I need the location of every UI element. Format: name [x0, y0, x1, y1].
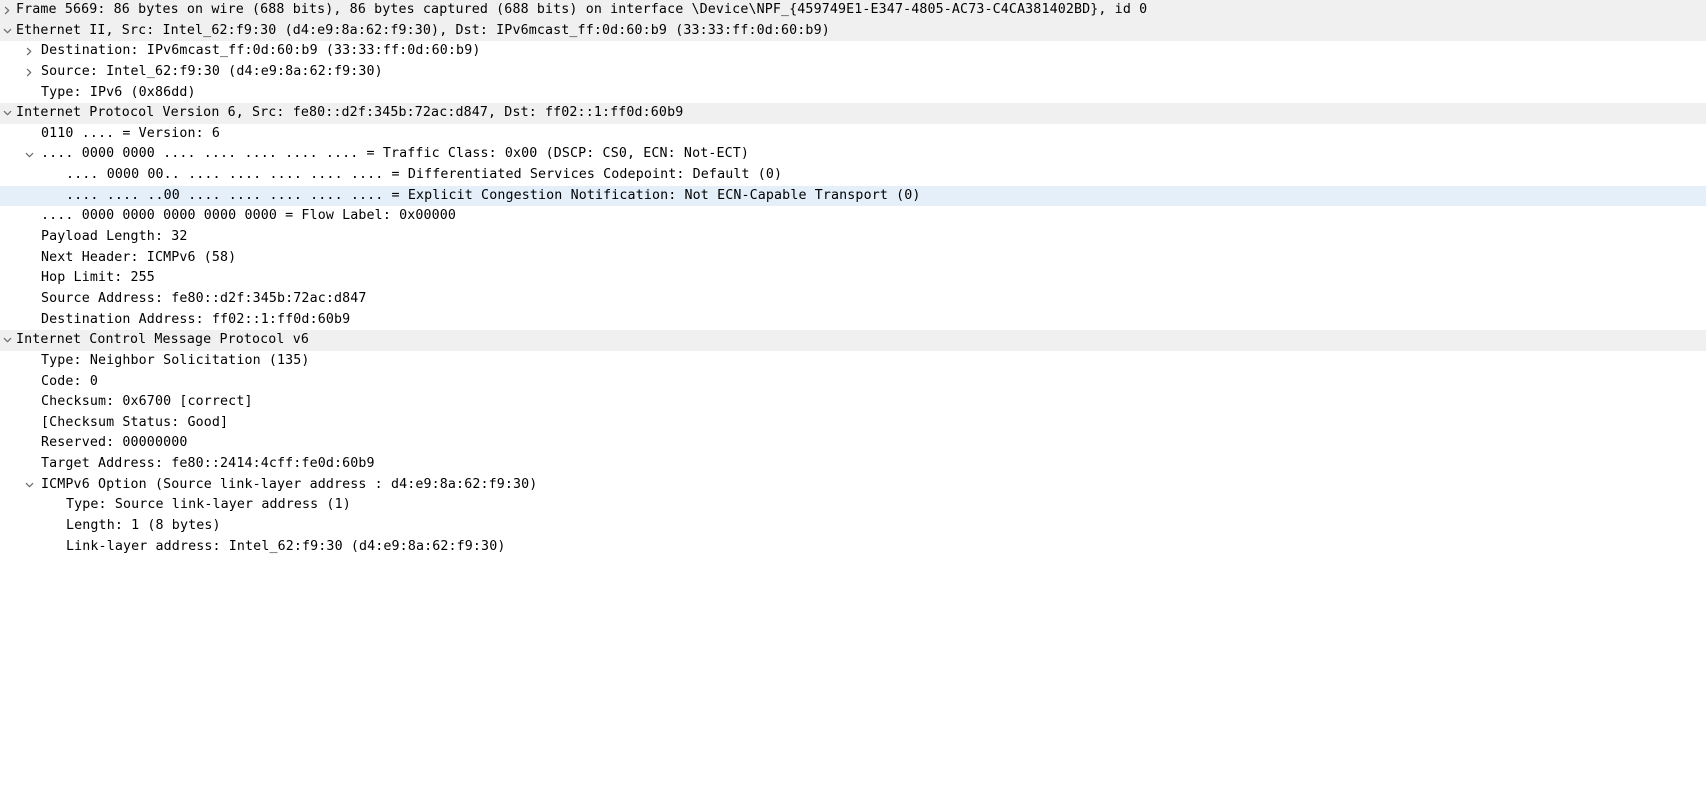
protocol-row[interactable]: Ethernet II, Src: Intel_62:f9:30 (d4:e9:…: [0, 20, 1706, 42]
tree-item-label: .... 0000 0000 0000 0000 0000 = Flow Lab…: [41, 208, 457, 224]
field-row[interactable]: Target Address: fe80::2414:4cff:fe0d:60b…: [0, 454, 1706, 475]
tree-item-label: Code: 0: [41, 373, 98, 389]
field-row[interactable]: Type: Source link-layer address (1): [0, 495, 1706, 516]
field-row[interactable]: Type: IPv6 (0x86dd): [0, 83, 1706, 104]
field-row[interactable]: Reserved: 00000000: [0, 433, 1706, 454]
protocol-row[interactable]: Internet Protocol Version 6, Src: fe80::…: [0, 103, 1706, 124]
chevron-right-icon[interactable]: [22, 62, 36, 83]
field-row[interactable]: ICMPv6 Option (Source link-layer address…: [0, 475, 1706, 496]
tree-item-label: Payload Length: 32: [41, 229, 188, 245]
protocol-row[interactable]: Frame 5669: 86 bytes on wire (688 bits),…: [0, 0, 1706, 21]
tree-item-label: Type: Neighbor Solicitation (135): [41, 352, 310, 368]
tree-item-label: Ethernet II, Src: Intel_62:f9:30 (d4:e9:…: [16, 22, 830, 38]
protocol-row[interactable]: Internet Control Message Protocol v6: [0, 330, 1706, 351]
field-row[interactable]: Checksum: 0x6700 [correct]: [0, 392, 1706, 413]
chevron-down-icon[interactable]: [0, 330, 14, 351]
field-row[interactable]: Hop Limit: 255: [0, 268, 1706, 289]
tree-item-label: Next Header: ICMPv6 (58): [41, 249, 237, 265]
field-row[interactable]: 0110 .... = Version: 6: [0, 124, 1706, 145]
tree-item-label: Type: Source link-layer address (1): [66, 497, 351, 513]
tree-item-label: Source: Intel_62:f9:30 (d4:e9:8a:62:f9:3…: [41, 63, 383, 79]
chevron-down-icon[interactable]: [22, 475, 36, 496]
tree-item-label: Type: IPv6 (0x86dd): [41, 84, 196, 100]
tree-item-label: Frame 5669: 86 bytes on wire (688 bits),…: [16, 2, 1148, 17]
tree-item-label: .... 0000 00.. .... .... .... .... .... …: [66, 167, 783, 183]
tree-item-label: Link-layer address: Intel_62:f9:30 (d4:e…: [66, 538, 506, 554]
tree-item-label: Target Address: fe80::2414:4cff:fe0d:60b…: [41, 456, 375, 472]
chevron-down-icon[interactable]: [0, 103, 14, 124]
tree-item-label: Destination Address: ff02::1:ff0d:60b9: [41, 311, 351, 327]
field-row[interactable]: .... 0000 00.. .... .... .... .... .... …: [0, 165, 1706, 186]
tree-item-label: .... 0000 0000 .... .... .... .... .... …: [41, 146, 750, 162]
field-row[interactable]: Length: 1 (8 bytes): [0, 516, 1706, 537]
field-row[interactable]: [Checksum Status: Good]: [0, 413, 1706, 434]
packet-details-tree[interactable]: Frame 5669: 86 bytes on wire (688 bits),…: [0, 0, 1706, 807]
chevron-right-icon[interactable]: [0, 0, 14, 21]
field-row[interactable]: .... 0000 0000 .... .... .... .... .... …: [0, 144, 1706, 165]
chevron-down-icon[interactable]: [22, 144, 36, 165]
chevron-down-icon[interactable]: [0, 21, 14, 42]
tree-item-label: Checksum: 0x6700 [correct]: [41, 394, 253, 410]
field-row[interactable]: .... 0000 0000 0000 0000 0000 = Flow Lab…: [0, 206, 1706, 227]
tree-item-label: Source Address: fe80::d2f:345b:72ac:d847: [41, 290, 367, 306]
selected-field-row[interactable]: .... .... ..00 .... .... .... .... .... …: [0, 185, 1706, 207]
field-row[interactable]: Code: 0: [0, 372, 1706, 393]
field-row[interactable]: Source Address: fe80::d2f:345b:72ac:d847: [0, 289, 1706, 310]
field-row[interactable]: Type: Neighbor Solicitation (135): [0, 351, 1706, 372]
tree-item-label: Destination: IPv6mcast_ff:0d:60:b9 (33:3…: [41, 43, 481, 59]
field-row[interactable]: Payload Length: 32: [0, 227, 1706, 248]
tree-item-label: ICMPv6 Option (Source link-layer address…: [41, 476, 538, 492]
tree-item-label: Reserved: 00000000: [41, 435, 188, 451]
chevron-right-icon[interactable]: [22, 41, 36, 62]
field-row[interactable]: Next Header: ICMPv6 (58): [0, 248, 1706, 269]
tree-item-label: .... .... ..00 .... .... .... .... .... …: [66, 187, 921, 203]
tree-item-label: Internet Control Message Protocol v6: [16, 332, 309, 348]
tree-item-label: [Checksum Status: Good]: [41, 414, 229, 430]
tree-item-label: Hop Limit: 255: [41, 270, 155, 286]
tree-item-label: 0110 .... = Version: 6: [41, 125, 221, 141]
tree-item-label: Internet Protocol Version 6, Src: fe80::…: [16, 105, 684, 121]
tree-item-label: Length: 1 (8 bytes): [66, 518, 221, 534]
field-row[interactable]: Source: Intel_62:f9:30 (d4:e9:8a:62:f9:3…: [0, 62, 1706, 83]
field-row[interactable]: Link-layer address: Intel_62:f9:30 (d4:e…: [0, 537, 1706, 558]
field-row[interactable]: Destination Address: ff02::1:ff0d:60b9: [0, 310, 1706, 331]
field-row[interactable]: Destination: IPv6mcast_ff:0d:60:b9 (33:3…: [0, 41, 1706, 62]
